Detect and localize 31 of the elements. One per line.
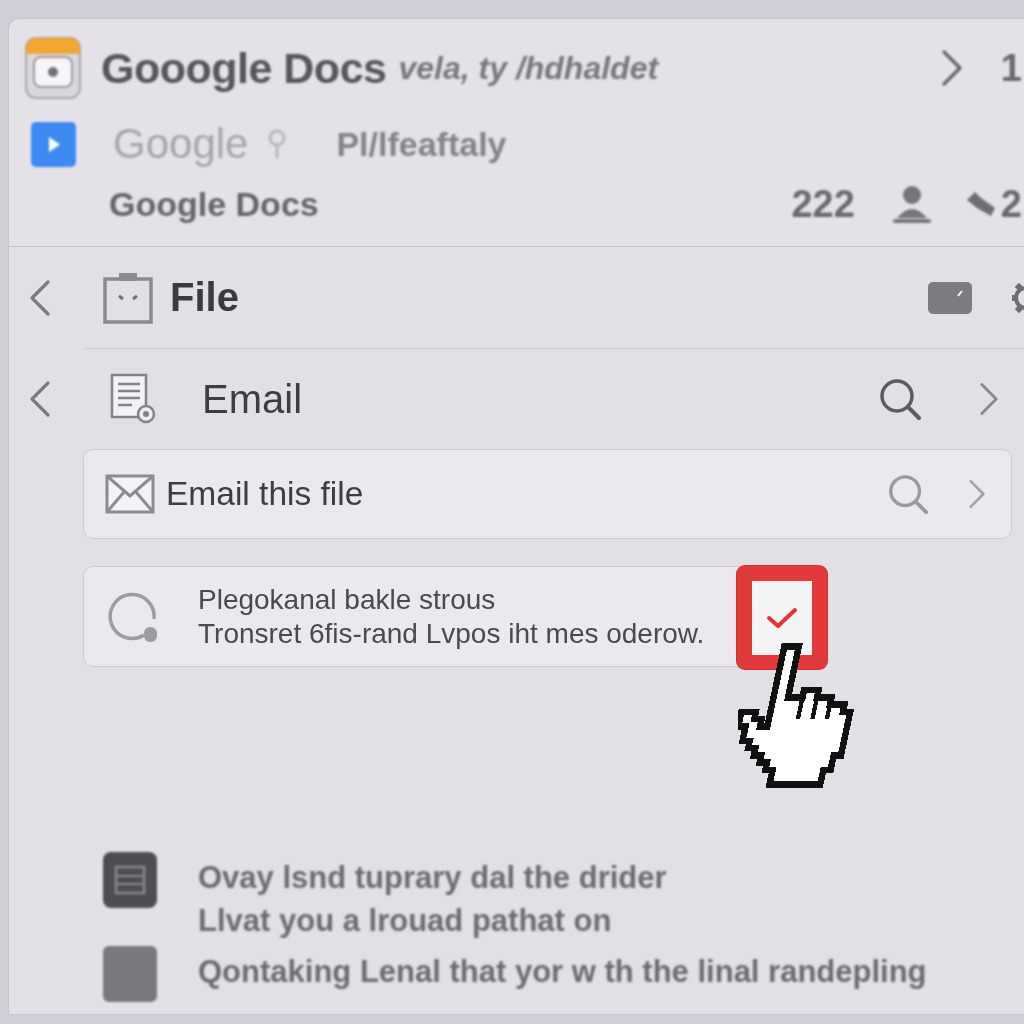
account-name: Google: [113, 120, 249, 168]
app-subtitle: vela, ty /hdhaldet: [398, 49, 659, 87]
hand-cursor-icon: [738, 643, 854, 788]
card-icon[interactable]: [928, 281, 972, 314]
app-icon: [25, 37, 81, 99]
account-detail: Pl/lfeaftaly: [336, 124, 507, 164]
header-label: 1: [1000, 46, 1022, 90]
app-title: Gooogle Docs: [101, 43, 387, 93]
back-chevron-icon[interactable]: [28, 379, 52, 419]
pin-icon: [268, 129, 287, 159]
menu-item[interactable]: Email: [202, 376, 303, 422]
search-icon[interactable]: [887, 473, 929, 515]
back-chevron-icon[interactable]: [28, 277, 52, 318]
edit-count: 2: [1000, 182, 1022, 226]
check-icon: [766, 605, 798, 630]
app-icon: [31, 121, 76, 167]
square-icon: [103, 946, 157, 1002]
document-title: Google Docs: [109, 184, 319, 224]
search-icon[interactable]: [878, 377, 922, 421]
checkbox[interactable]: [737, 566, 827, 669]
menu-title: File: [170, 275, 239, 320]
envelope-icon: [105, 474, 155, 514]
viewer-count: 222: [791, 182, 855, 226]
option-label: Email this file: [166, 475, 364, 513]
option-text: Plegokanal bakle strous Tronsret 6fis-rand Lvpos iht mes oderow.: [198, 582, 706, 651]
option-card[interactable]: Email this file: [83, 449, 1012, 539]
clipboard-icon: [103, 271, 153, 324]
chevron-right-icon[interactable]: [967, 478, 987, 510]
chevron-right-icon[interactable]: [978, 381, 1000, 417]
grid-icon: [103, 852, 157, 908]
document-icon: [110, 373, 156, 425]
